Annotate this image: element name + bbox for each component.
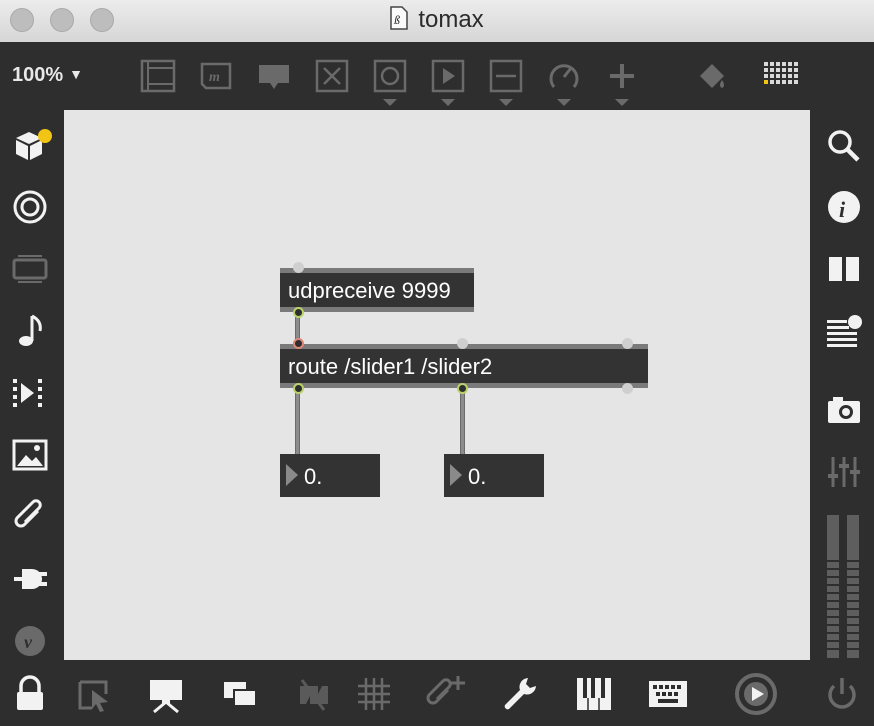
power-icon[interactable] bbox=[820, 672, 864, 716]
inlet[interactable] bbox=[457, 338, 468, 349]
piano-icon[interactable] bbox=[572, 672, 616, 716]
toggle-x-icon[interactable] bbox=[312, 56, 352, 96]
left-sidebar: v bbox=[0, 110, 64, 660]
dropdown-arrow-icon bbox=[383, 99, 397, 106]
outlet[interactable] bbox=[293, 307, 304, 318]
window-title-area: ß tomax bbox=[0, 6, 874, 34]
hide-icon[interactable] bbox=[292, 672, 336, 716]
outlet[interactable] bbox=[457, 383, 468, 394]
zoom-level: 100% bbox=[12, 64, 64, 86]
split-view-icon[interactable] bbox=[824, 249, 864, 289]
dropdown-arrow-icon bbox=[557, 99, 571, 106]
float-number-2[interactable]: 0. bbox=[444, 454, 544, 497]
presentation-icon[interactable] bbox=[144, 672, 188, 716]
dial-icon[interactable] bbox=[544, 56, 584, 106]
select-icon[interactable] bbox=[72, 672, 116, 716]
route-object[interactable]: route /slider1 /slider2 bbox=[280, 338, 648, 394]
display-icon[interactable] bbox=[10, 249, 50, 289]
lock-icon[interactable] bbox=[8, 672, 52, 716]
paperclip-icon[interactable] bbox=[10, 497, 50, 537]
playbar-icon[interactable] bbox=[428, 56, 468, 106]
plug-icon[interactable] bbox=[10, 559, 50, 599]
target-icon[interactable] bbox=[10, 187, 50, 227]
zoom-menu[interactable]: 100% ▼ bbox=[12, 64, 83, 87]
grid-keyboard-icon[interactable] bbox=[762, 56, 802, 96]
cube-package-icon[interactable] bbox=[12, 126, 52, 166]
wrench-icon[interactable] bbox=[498, 672, 542, 716]
udpreceive-object[interactable]: udpreceive 9999 bbox=[280, 262, 474, 318]
patch-cord[interactable] bbox=[460, 386, 465, 454]
inlet[interactable] bbox=[622, 338, 633, 349]
right-sidebar: i bbox=[810, 110, 874, 660]
dropdown-arrow-icon bbox=[441, 99, 455, 106]
search-icon[interactable] bbox=[824, 126, 864, 166]
keyboard-icon[interactable] bbox=[646, 672, 690, 716]
transport-play-icon[interactable] bbox=[734, 672, 778, 716]
number-value: 0. bbox=[468, 464, 487, 489]
layers-icon[interactable] bbox=[218, 672, 262, 716]
dropdown-arrow-icon bbox=[499, 99, 513, 106]
level-meter-right bbox=[847, 515, 859, 658]
vimeo-icon[interactable]: v bbox=[10, 621, 50, 661]
number-arrow-icon bbox=[450, 464, 462, 486]
document-icon: ß bbox=[390, 6, 409, 30]
new-attachment-icon[interactable] bbox=[424, 672, 468, 716]
number-arrow-icon bbox=[286, 464, 298, 486]
music-note-icon[interactable] bbox=[10, 311, 50, 351]
chevron-down-icon: ▼ bbox=[69, 66, 84, 82]
inlet[interactable] bbox=[293, 262, 304, 273]
list-icon[interactable] bbox=[824, 311, 864, 351]
add-object-icon[interactable] bbox=[602, 56, 642, 106]
slider-icon[interactable] bbox=[486, 56, 526, 106]
inlet[interactable] bbox=[293, 338, 304, 349]
object-text: udpreceive 9999 bbox=[288, 278, 451, 303]
number-value: 0. bbox=[304, 464, 323, 489]
paint-bucket-icon[interactable] bbox=[692, 56, 732, 96]
float-number-1[interactable]: 0. bbox=[280, 454, 380, 497]
info-icon[interactable]: i bbox=[824, 187, 864, 227]
svg-text:v: v bbox=[24, 632, 33, 652]
button-circle-icon[interactable] bbox=[370, 56, 410, 106]
presentation-frame-icon[interactable] bbox=[138, 56, 178, 96]
object-top-bar bbox=[280, 268, 474, 273]
bottom-toolbar bbox=[0, 660, 874, 726]
outlet[interactable] bbox=[293, 383, 304, 394]
toolbar: 100% ▼ m bbox=[0, 42, 874, 110]
svg-text:m: m bbox=[209, 70, 220, 85]
mixer-icon[interactable] bbox=[824, 452, 864, 492]
object-bottom-bar bbox=[280, 307, 474, 312]
outlet[interactable] bbox=[622, 383, 633, 394]
grid-icon[interactable] bbox=[352, 672, 396, 716]
object-text: route /slider1 /slider2 bbox=[288, 354, 493, 379]
media-playlist-icon[interactable] bbox=[10, 373, 50, 413]
comment-icon[interactable] bbox=[254, 56, 294, 96]
patcher-canvas[interactable]: udpreceive 9999 route /slider1 /slider2 … bbox=[64, 110, 810, 660]
title-bar: ß tomax bbox=[0, 0, 874, 43]
window-title: tomax bbox=[418, 6, 484, 33]
message-box-icon[interactable]: m bbox=[196, 56, 236, 96]
level-meter-left bbox=[827, 515, 839, 658]
svg-text:ß: ß bbox=[393, 13, 400, 27]
camera-icon[interactable] bbox=[824, 390, 864, 430]
patch-cord[interactable] bbox=[295, 386, 300, 454]
image-icon[interactable] bbox=[10, 435, 50, 475]
max-window: ß tomax 100% ▼ m v udpreceive 9999 route… bbox=[0, 0, 874, 726]
svg-text:i: i bbox=[839, 197, 846, 222]
dropdown-arrow-icon bbox=[615, 99, 629, 106]
